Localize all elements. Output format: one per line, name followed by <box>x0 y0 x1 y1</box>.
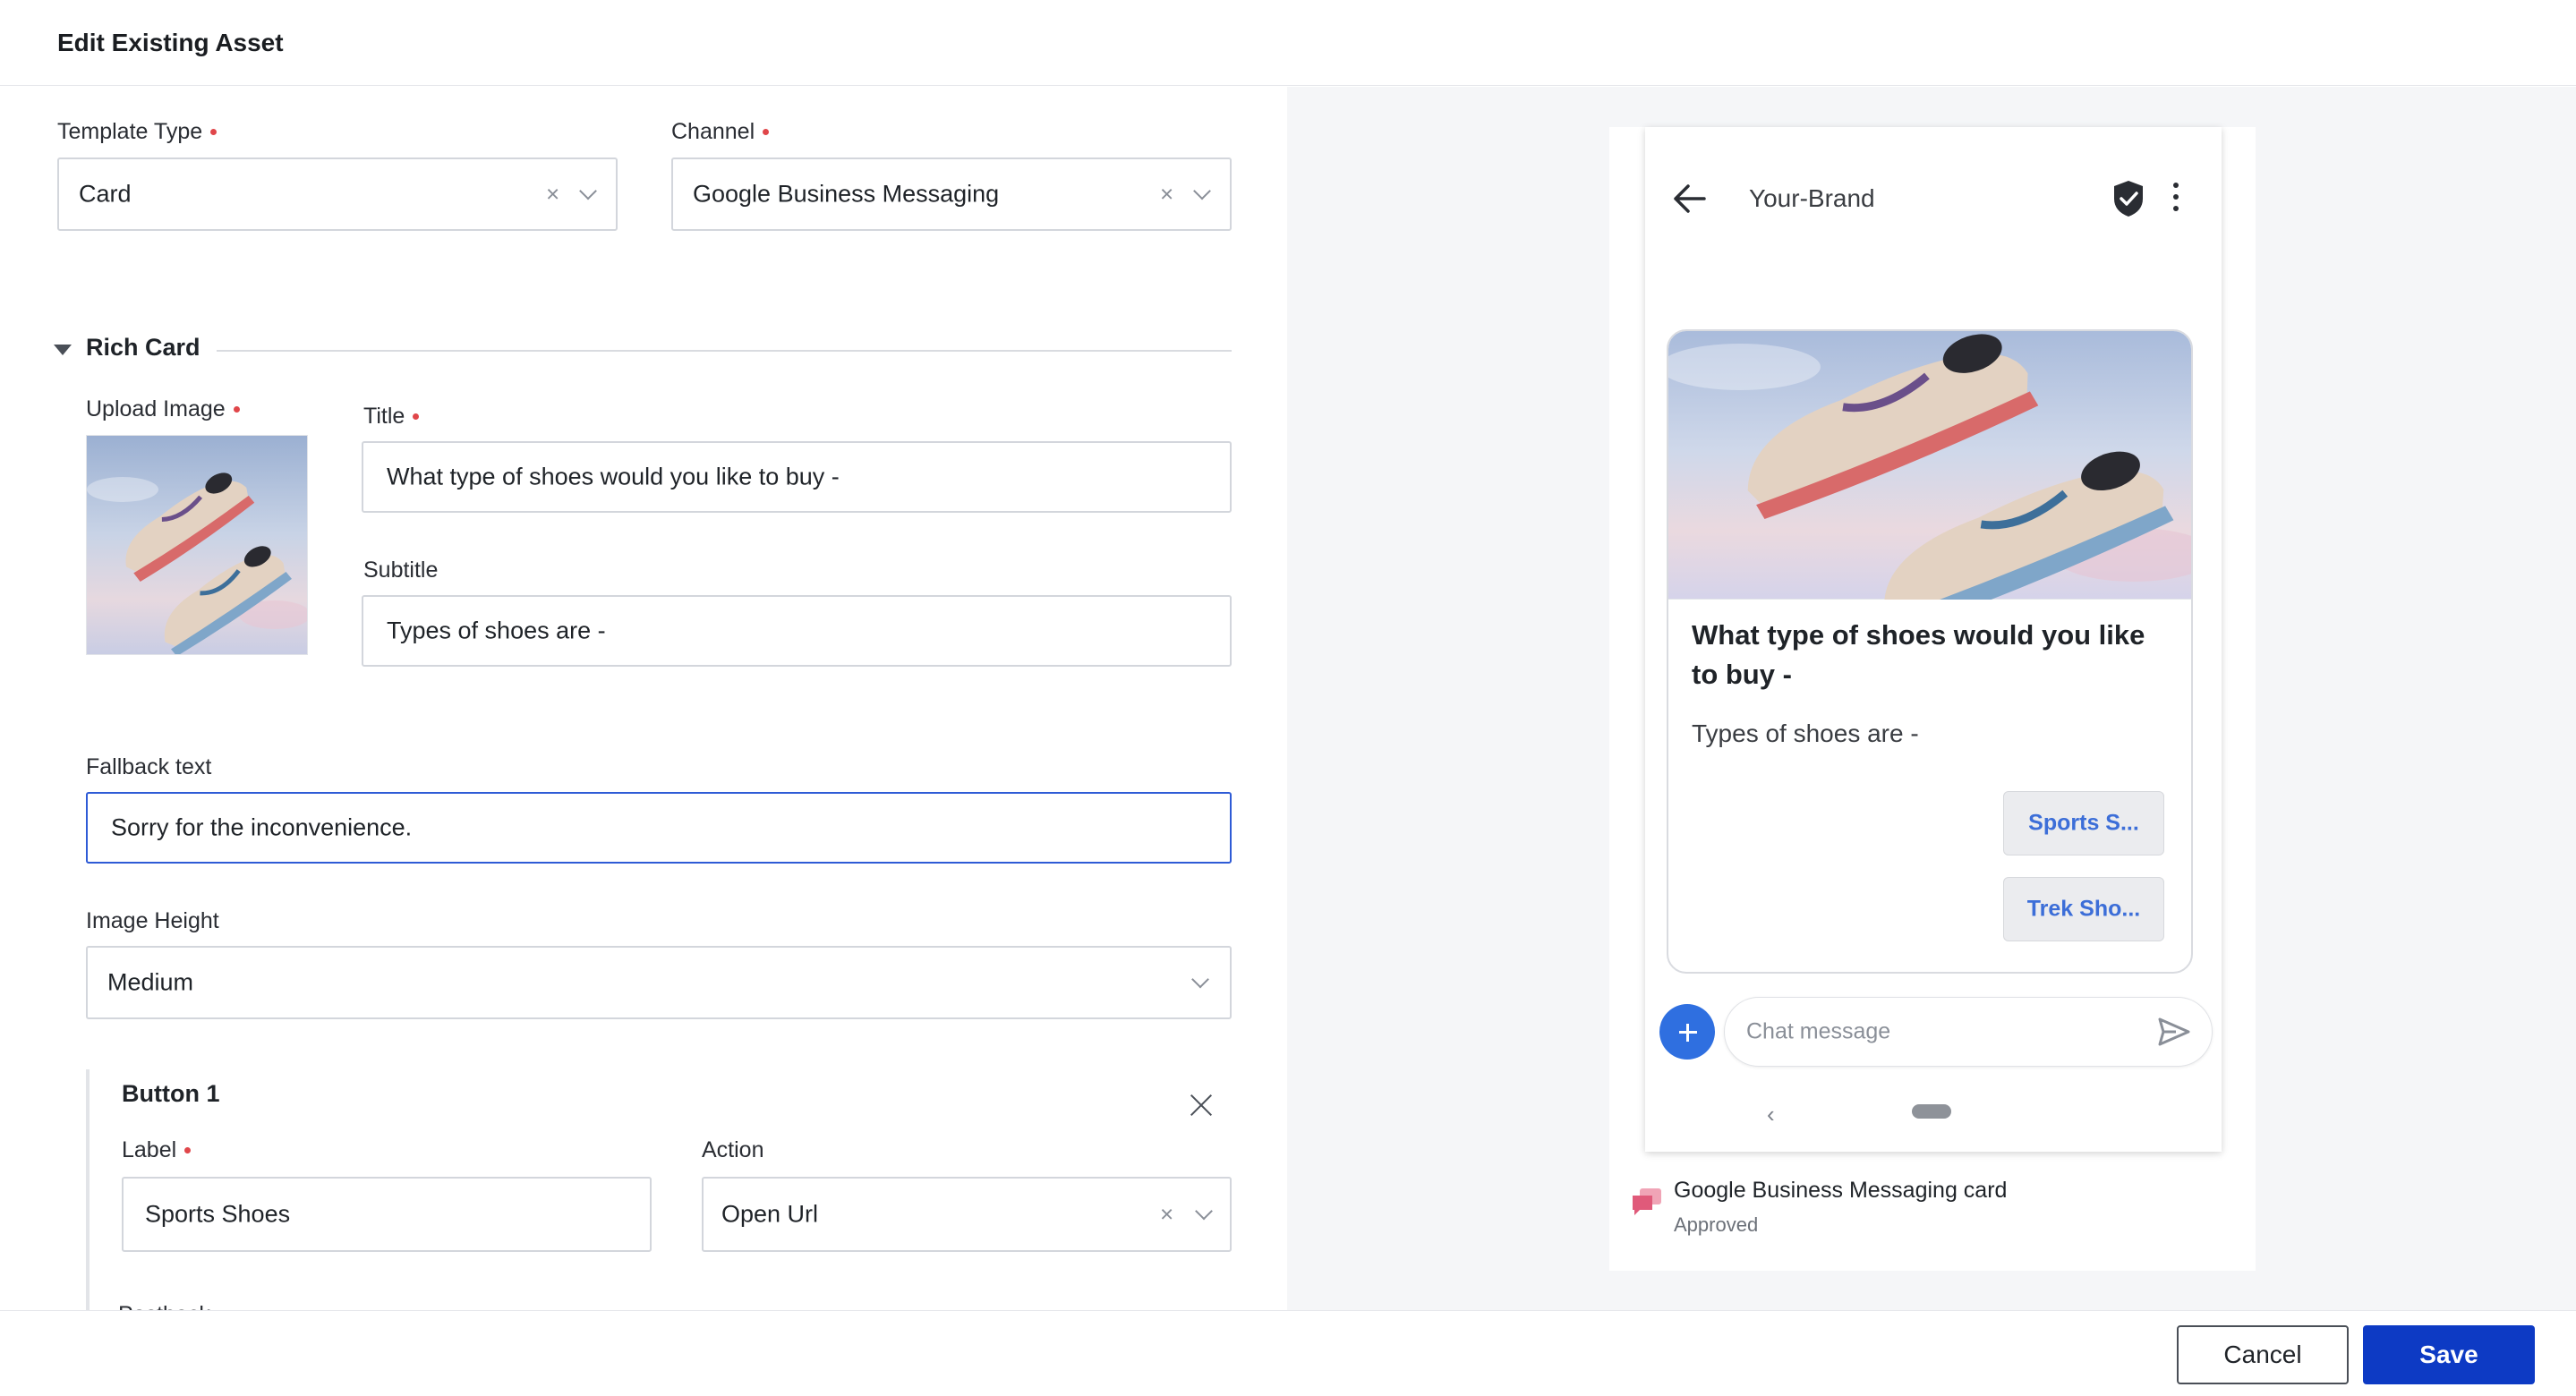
cancel-button[interactable]: Cancel <box>2177 1325 2349 1384</box>
suggestion-chip-2[interactable]: Trek Sho... <box>2003 877 2164 941</box>
title-input[interactable]: What type of shoes would you like to buy… <box>362 441 1232 513</box>
rich-card-title: What type of shoes would you like to buy… <box>1692 619 2145 690</box>
button-label-label: Label <box>122 1137 192 1163</box>
chevron-down-icon[interactable] <box>1193 182 1211 200</box>
fallback-text-value: Sorry for the inconvenience. <box>111 813 413 841</box>
save-button[interactable]: Save <box>2363 1325 2535 1384</box>
chevron-down-icon[interactable] <box>1191 970 1209 989</box>
template-type-select[interactable]: Card × <box>57 157 618 231</box>
preview-card: Your-Brand What type of shoes would you … <box>1609 127 2256 1271</box>
suggestion-chip-1[interactable]: Sports S... <box>2003 791 2164 855</box>
postback-label-partial: Postback <box>118 1302 210 1310</box>
approval-status: Approved <box>1674 1213 1759 1236</box>
action-select[interactable]: Open Url × <box>702 1177 1232 1252</box>
chat-message-input[interactable]: Chat message <box>1724 997 2213 1067</box>
image-height-value: Medium <box>107 968 194 996</box>
channel-select[interactable]: Google Business Messaging × <box>671 157 1232 231</box>
channel-value: Google Business Messaging <box>693 180 1000 208</box>
required-dot <box>413 413 420 420</box>
preview-panel: Your-Brand What type of shoes would you … <box>1287 87 2576 1310</box>
home-pill-icon <box>1912 1104 1951 1119</box>
send-icon[interactable] <box>2158 1017 2190 1046</box>
image-height-label: Image Height <box>86 908 219 933</box>
channel-label: Channel <box>671 119 770 145</box>
brand-name: Your-Brand <box>1749 184 1875 212</box>
button-1-title: Button 1 <box>122 1080 220 1107</box>
rich-card-subtitle: Types of shoes are - <box>1692 719 1919 747</box>
footer-bar: Cancel Save <box>0 1310 2576 1396</box>
chevron-down-icon[interactable] <box>1195 1202 1213 1221</box>
clear-icon[interactable]: × <box>1160 181 1173 209</box>
back-arrow-icon <box>1674 184 1706 213</box>
page-title: Edit Existing Asset <box>57 29 284 56</box>
clear-icon[interactable]: × <box>1160 1201 1173 1229</box>
shoes-image <box>87 472 307 654</box>
button-label-value: Sports Shoes <box>145 1200 291 1228</box>
template-type-label: Template Type <box>57 119 218 145</box>
button-1-block: Button 1 Label Sports Shoes Action Open … <box>86 1069 1235 1310</box>
rich-card-preview: What type of shoes would you like to buy… <box>1667 329 2193 974</box>
chat-placeholder: Chat message <box>1746 1018 1891 1044</box>
button-label-input[interactable]: Sports Shoes <box>122 1177 652 1252</box>
shoes-image <box>1668 334 2191 634</box>
subtitle-input[interactable]: Types of shoes are - <box>362 595 1232 667</box>
verified-shield-icon <box>2114 181 2143 217</box>
chevron-down-icon[interactable] <box>579 182 597 200</box>
subtitle-label: Subtitle <box>363 558 439 583</box>
action-label: Action <box>702 1137 764 1162</box>
upload-image-label: Upload Image <box>86 396 240 422</box>
required-dot <box>763 129 770 135</box>
add-attachment-icon[interactable] <box>1659 1004 1715 1060</box>
form-panel: Template Type Card × Channel Google Busi… <box>0 87 1287 1310</box>
collapse-toggle-icon[interactable] <box>54 345 72 355</box>
title-label: Title <box>363 404 420 430</box>
action-value: Open Url <box>721 1200 819 1228</box>
subtitle-value: Types of shoes are - <box>387 617 606 644</box>
fallback-text-input[interactable]: Sorry for the inconvenience. <box>86 792 1232 864</box>
channel-card-name: Google Business Messaging card <box>1674 1178 2008 1203</box>
image-height-select[interactable]: Medium <box>86 946 1232 1019</box>
rich-card-image <box>1668 331 2191 634</box>
title-value: What type of shoes would you like to buy… <box>387 463 840 490</box>
chat-bubbles-icon <box>1633 1188 1661 1215</box>
phone-mockup: Your-Brand What type of shoes would you … <box>1645 127 2222 1152</box>
required-dot <box>233 406 240 413</box>
remove-button-close-icon[interactable] <box>1187 1091 1215 1119</box>
page-header: Edit Existing Asset <box>0 0 2576 86</box>
clear-icon[interactable]: × <box>546 181 559 209</box>
uploaded-image-thumbnail[interactable] <box>86 435 308 655</box>
fallback-text-label: Fallback text <box>86 754 212 779</box>
system-back-icon: ‹ <box>1767 1101 1775 1128</box>
required-dot <box>210 129 218 135</box>
section-divider <box>217 350 1232 352</box>
rich-card-section-title[interactable]: Rich Card <box>86 334 200 362</box>
template-type-value: Card <box>79 180 132 208</box>
more-vert-icon <box>2171 183 2180 215</box>
required-dot <box>184 1147 192 1153</box>
